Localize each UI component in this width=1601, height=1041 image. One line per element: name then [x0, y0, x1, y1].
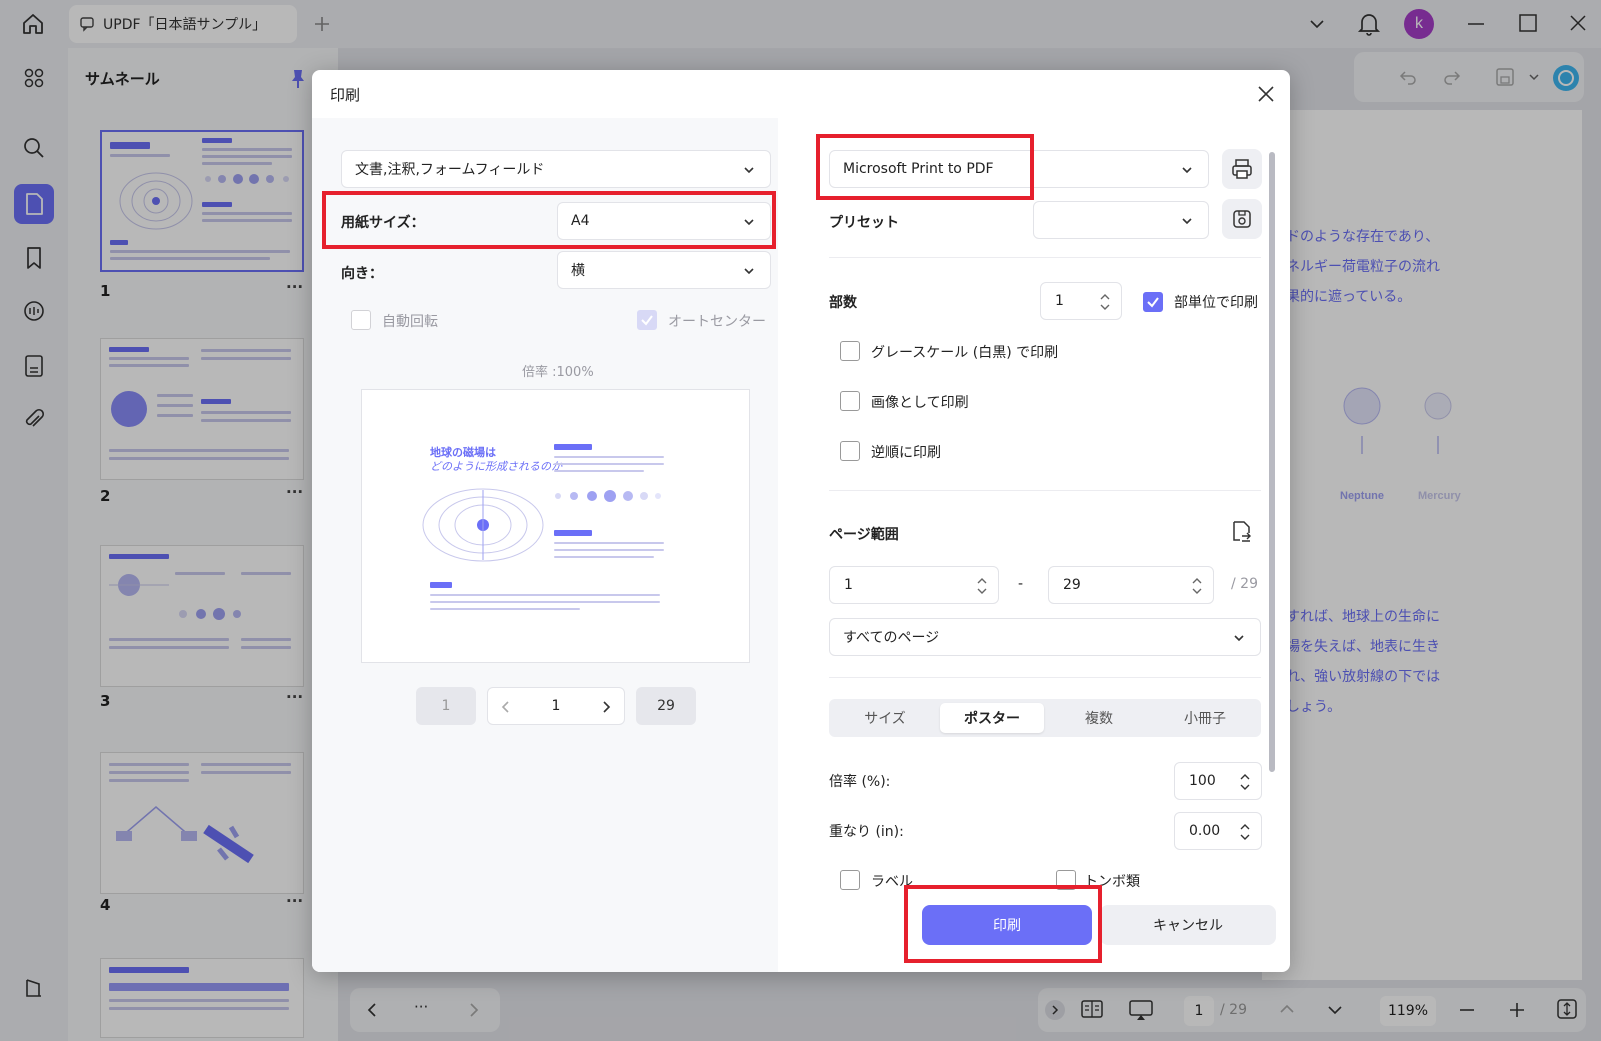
- stepper-arrows-icon[interactable]: [976, 575, 988, 597]
- range-to-stepper[interactable]: 29: [1048, 566, 1214, 604]
- scale-label: 倍率 (%):: [829, 774, 891, 790]
- preset-label: プリセット: [829, 215, 899, 231]
- range-to-value: 29: [1063, 577, 1081, 593]
- stepper-arrows-icon[interactable]: [1239, 821, 1251, 843]
- copies-stepper[interactable]: 1: [1040, 282, 1122, 320]
- stepper-arrows-icon[interactable]: [1099, 291, 1111, 313]
- page-stepper: 1: [487, 687, 625, 725]
- preview-subtitle: どのように形成されるのか: [430, 460, 562, 473]
- print-as-image-checkbox[interactable]: [840, 391, 860, 411]
- divider: [829, 257, 1261, 258]
- range-from-stepper[interactable]: 1: [829, 566, 999, 604]
- auto-center-label: オートセンター: [668, 314, 766, 330]
- auto-rotate-label: 自動回転: [382, 314, 438, 330]
- cancel-button[interactable]: キャンセル: [1100, 905, 1276, 945]
- orientation-label: 向き：: [341, 266, 383, 282]
- copies-label: 部数: [829, 295, 857, 311]
- print-as-image-label: 画像として印刷: [871, 395, 969, 411]
- auto-rotate-checkbox[interactable]: [351, 310, 371, 330]
- print-preview: 地球の磁場は どのように形成されるのか: [361, 389, 750, 663]
- chevron-down-icon: [1234, 635, 1244, 642]
- print-content-value: 文書,注釈,フォームフィールド: [355, 162, 545, 178]
- collate-label: 部単位で印刷: [1174, 295, 1258, 311]
- magnetic-field-illustration: [422, 488, 544, 562]
- auto-center-checkbox[interactable]: [637, 310, 657, 330]
- stepper-arrows-icon[interactable]: [1239, 771, 1251, 793]
- grayscale-checkbox[interactable]: [840, 341, 860, 361]
- overlap-value: 0.00: [1189, 823, 1221, 839]
- first-page-button[interactable]: 1: [416, 687, 476, 725]
- highlight-box: [904, 885, 1102, 963]
- scale-stepper[interactable]: 100: [1174, 762, 1262, 800]
- swap-range-icon[interactable]: [1229, 520, 1253, 544]
- page-range-option: すべてのページ: [843, 630, 940, 646]
- label-checkbox[interactable]: [840, 870, 860, 890]
- chevron-left-icon[interactable]: [500, 700, 512, 714]
- highlight-box: [816, 134, 1034, 200]
- preset-select[interactable]: [1033, 201, 1209, 239]
- close-icon[interactable]: [1256, 84, 1276, 104]
- save-preset-icon[interactable]: [1222, 199, 1262, 239]
- collate-checkbox[interactable]: [1143, 292, 1163, 312]
- orientation-value: 横: [571, 263, 585, 279]
- orientation-select[interactable]: 横: [557, 251, 771, 289]
- page-range-select[interactable]: すべてのページ: [829, 618, 1261, 656]
- overlap-label: 重なり (in):: [829, 824, 904, 840]
- range-total-label: / 29: [1231, 576, 1258, 592]
- current-preview-page[interactable]: 1: [552, 698, 561, 714]
- overlap-stepper[interactable]: 0.00: [1174, 812, 1262, 850]
- check-icon: [641, 315, 653, 326]
- chevron-right-icon[interactable]: [600, 700, 612, 714]
- print-content-select[interactable]: 文書,注釈,フォームフィールド: [341, 150, 771, 188]
- tab-multiple[interactable]: 複数: [1047, 703, 1151, 733]
- reverse-order-label: 逆順に印刷: [871, 445, 941, 461]
- reverse-order-checkbox[interactable]: [840, 441, 860, 461]
- tab-poster[interactable]: ポスター: [940, 703, 1044, 733]
- grayscale-label: グレースケール (白黒) で印刷: [871, 345, 1059, 361]
- stepper-arrows-icon[interactable]: [1191, 575, 1203, 597]
- copies-value: 1: [1055, 293, 1064, 309]
- range-from-value: 1: [844, 577, 853, 593]
- range-separator: -: [1018, 576, 1024, 592]
- dialog-title: 印刷: [330, 86, 361, 104]
- dialog-scrollbar[interactable]: [1269, 152, 1275, 772]
- chevron-down-icon: [1182, 218, 1192, 225]
- divider: [829, 677, 1261, 678]
- scale-value: 100: [1189, 773, 1216, 789]
- check-icon: [1147, 297, 1159, 308]
- printer-properties-icon[interactable]: [1222, 149, 1262, 189]
- tab-booklet[interactable]: 小冊子: [1153, 703, 1257, 733]
- layout-mode-tabs: サイズ ポスター 複数 小冊子: [829, 699, 1261, 737]
- chevron-down-icon: [744, 268, 754, 275]
- chevron-down-icon: [744, 167, 754, 174]
- divider: [829, 490, 1261, 491]
- chevron-down-icon: [1182, 167, 1192, 174]
- page-range-label: ページ範囲: [829, 527, 899, 543]
- preview-scale-text: 倍率 :100%: [522, 365, 594, 380]
- highlight-box: [322, 191, 776, 249]
- last-page-button[interactable]: 29: [636, 687, 696, 725]
- tab-size[interactable]: サイズ: [833, 703, 937, 733]
